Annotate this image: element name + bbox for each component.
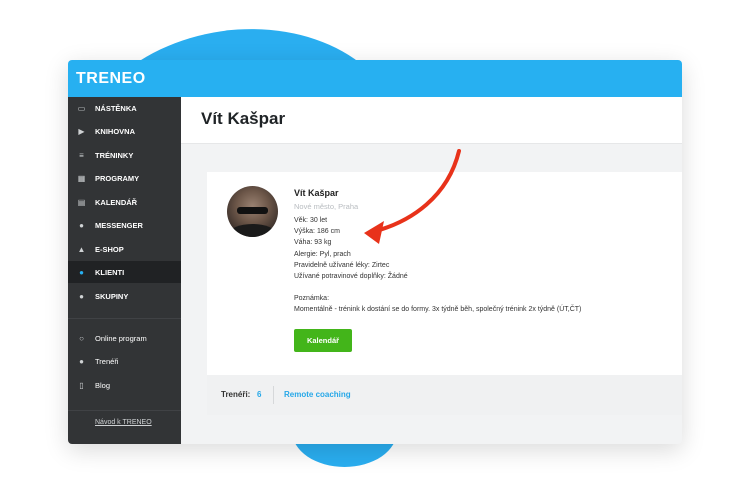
- grid-icon: ▦: [77, 173, 86, 183]
- sidebar-item-label: Online program: [95, 333, 147, 343]
- sidebar-item-label: E-SHOP: [95, 244, 124, 254]
- client-supplements: Užívané potravinové doplňky: Žádné: [294, 273, 408, 280]
- app-window: TRENEO ▭ NÁSTĚNKA ▶ KNIHOVNA ≡ TRÉNINKY …: [68, 60, 682, 444]
- graduation-cap-icon: ▲: [77, 244, 86, 254]
- trainers-count-link[interactable]: 6: [257, 390, 261, 399]
- sidebar-item-messenger[interactable]: ● MESSENGER: [68, 214, 181, 236]
- users-icon: ●: [79, 356, 84, 366]
- sidebar-item-kalendar[interactable]: ▤ KALENDÁŘ: [68, 191, 181, 213]
- client-card: Vít Kašpar Nové město, Praha Věk: 30 let…: [207, 172, 682, 375]
- note-text: Momentálně - trénink k dostání se do for…: [294, 306, 582, 313]
- card-footer: Trenéři: 6 Remote coaching: [207, 375, 682, 415]
- sidebar-item-label: NÁSTĚNKA: [95, 103, 137, 113]
- sidebar-item-treninky[interactable]: ≡ TRÉNINKY: [68, 144, 181, 166]
- client-age: Věk: 30 let: [294, 217, 328, 224]
- sidebar-item-label: TRÉNINKY: [95, 150, 134, 160]
- sidebar-item-blog[interactable]: ▯ Blog: [68, 374, 181, 396]
- calendar-icon: ▤: [77, 197, 86, 207]
- sidebar-item-label: SKUPINY: [95, 291, 129, 301]
- sidebar-item-label: MESSENGER: [95, 220, 143, 230]
- sidebar-item-label: KALENDÁŘ: [95, 197, 138, 207]
- calendar-button[interactable]: Kalendář: [294, 329, 352, 352]
- sidebar-item-knihovna[interactable]: ▶ KNIHOVNA: [68, 120, 181, 142]
- page-header: Vít Kašpar: [181, 97, 682, 144]
- sidebar-item-eshop[interactable]: ▲ E-SHOP: [68, 238, 181, 260]
- treneo-logo[interactable]: TRENEO: [76, 70, 146, 88]
- user-icon: ●: [79, 267, 84, 277]
- client-height: Výška: 186 cm: [294, 228, 340, 235]
- sidebar-item-online-program[interactable]: ○ Online program: [68, 327, 181, 349]
- sidebar-item-programy[interactable]: ▦ PROGRAMY: [68, 167, 181, 189]
- sidebar-item-nastenka[interactable]: ▭ NÁSTĚNKA: [68, 97, 181, 119]
- note-label: Poznámka:: [294, 295, 330, 302]
- sidebar-divider: [68, 410, 181, 411]
- users-icon: ●: [79, 291, 84, 301]
- page-title: Vít Kašpar: [201, 109, 286, 128]
- sidebar-item-klienti[interactable]: ● KLIENTI: [68, 261, 181, 283]
- guide-link[interactable]: Návod k TRENEO: [95, 419, 152, 426]
- main-content: Vít Kašpar Vít Kašpar Nové město, Praha …: [181, 97, 682, 444]
- trainers-label: Trenéři:: [221, 390, 251, 399]
- play-circle-icon: ▶: [78, 126, 85, 136]
- avatar-shirt: [229, 224, 276, 237]
- dashboard-icon: ▭: [77, 103, 86, 113]
- client-weight: Váha: 93 kg: [294, 239, 332, 246]
- sidebar-item-label: Blog: [95, 380, 111, 390]
- top-bar: TRENEO: [68, 60, 682, 97]
- remote-coaching-link[interactable]: Remote coaching: [284, 390, 351, 399]
- client-medication: Pravidelně užívané léky: Zirtec: [294, 262, 390, 269]
- book-icon: ▯: [79, 380, 84, 390]
- sidebar-item-label: Trenéři: [95, 356, 119, 366]
- sidebar-item-skupiny[interactable]: ● SKUPINY: [68, 285, 181, 307]
- chat-icon: ●: [79, 220, 84, 230]
- client-name: Vít Kašpar: [294, 188, 339, 198]
- list-icon: ≡: [79, 150, 84, 160]
- sidebar-divider: [68, 318, 181, 319]
- sidebar: ▭ NÁSTĚNKA ▶ KNIHOVNA ≡ TRÉNINKY ▦ PROGR…: [68, 97, 181, 444]
- footer-divider: [273, 386, 274, 404]
- avatar: [227, 186, 278, 237]
- client-location: Nové město, Praha: [294, 202, 359, 211]
- sidebar-item-treneri[interactable]: ● Trenéři: [68, 350, 181, 372]
- circle-icon: ○: [79, 333, 84, 343]
- sidebar-item-label: KLIENTI: [95, 267, 125, 277]
- client-allergies: Alergie: Pyl, prach: [294, 251, 351, 258]
- avatar-glasses: [237, 207, 268, 214]
- sidebar-item-label: PROGRAMY: [95, 173, 140, 183]
- sidebar-item-label: KNIHOVNA: [95, 126, 136, 136]
